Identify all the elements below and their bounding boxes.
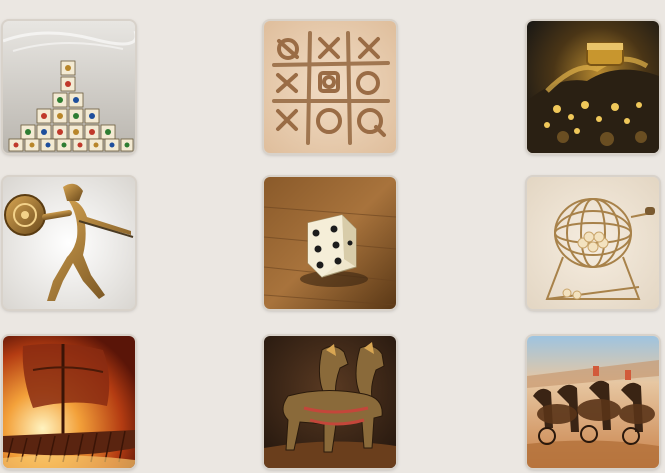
- game-tile-lottery-cage[interactable]: [527, 177, 659, 309]
- single-die-icon: [264, 177, 396, 309]
- game-tile-dice[interactable]: [264, 177, 396, 309]
- game-tile-spartan-warrior[interactable]: [3, 177, 135, 309]
- mahjong-tiles-pyramid-icon: [3, 21, 135, 153]
- bronze-spartan-statue-icon: [3, 177, 135, 309]
- gold-treasure-pile-icon: [527, 21, 659, 153]
- burning-ship-icon: [3, 336, 135, 468]
- bingo-wire-cage-icon: [527, 177, 659, 309]
- game-tile-mahjong-pyramid[interactable]: [3, 21, 135, 153]
- game-tile-war-galley[interactable]: [3, 336, 135, 468]
- chariot-race-arena-icon: [527, 336, 659, 468]
- game-tile-horse-team[interactable]: [264, 336, 396, 468]
- galloping-horses-icon: [264, 336, 396, 468]
- game-tile-chariot-race[interactable]: [527, 336, 659, 468]
- game-tile-treasure-hoard[interactable]: [527, 21, 659, 153]
- tic-tac-toe-sand-icon: [264, 21, 396, 153]
- game-tile-tic-tac-toe[interactable]: [264, 21, 396, 153]
